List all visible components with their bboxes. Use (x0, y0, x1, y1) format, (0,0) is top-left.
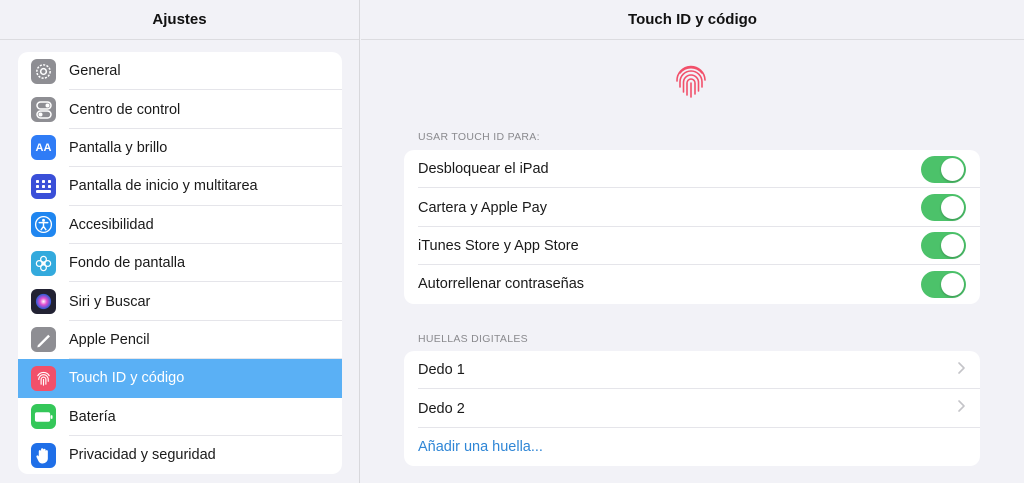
row-label: iTunes Store y App Store (418, 237, 579, 254)
hand-icon (31, 442, 56, 468)
sidebar-item-label: Centro de control (69, 101, 181, 118)
use-touch-id-section-title: USAR TOUCH ID PARA: (418, 131, 540, 143)
sidebar-item-label: Pantalla y brillo (69, 139, 168, 156)
row-label: Dedo 2 (418, 400, 465, 417)
text-size-icon: AA (31, 135, 56, 161)
sidebar-item-privacy[interactable]: Privacidad y seguridad (18, 436, 342, 474)
fingerprints-section-title: HUELLAS DIGITALES (418, 333, 528, 345)
chevron-right-icon (956, 399, 966, 418)
row-label: Cartera y Apple Pay (418, 199, 547, 216)
toggle-knob (941, 196, 964, 220)
use-row-autofill-passwords: Autorrellenar contraseñas (404, 265, 980, 303)
wallet-apple-pay-toggle[interactable] (921, 194, 966, 222)
add-fingerprint-link[interactable]: Añadir una huella... (418, 439, 543, 455)
toggles-icon (31, 97, 56, 123)
use-row-wallet-apple-pay: Cartera y Apple Pay (404, 188, 980, 228)
sidebar-item-label: Batería (69, 408, 116, 425)
sidebar-item-label: General (69, 63, 121, 80)
sidebar-item-touch-id[interactable]: Touch ID y código (18, 359, 342, 398)
sidebar-item-display[interactable]: AA Pantalla y brillo (18, 129, 342, 168)
sidebar-item-home-screen[interactable]: Pantalla de inicio y multitarea (18, 167, 342, 206)
grid-icon (31, 173, 56, 199)
sidebar-item-label: Fondo de pantalla (69, 255, 186, 272)
sidebar-title: Ajustes (0, 0, 359, 40)
pencil-icon (31, 327, 56, 353)
row-label: Desbloquear el iPad (418, 161, 549, 178)
flower-icon (31, 250, 56, 276)
sidebar-item-siri[interactable]: Siri y Buscar (18, 282, 342, 322)
touch-id-detail-pane: Touch ID y código USAR TOUCH ID PARA: De… (361, 0, 1024, 483)
sidebar-item-label: Accesibilidad (69, 216, 154, 233)
toggle-knob (941, 157, 964, 181)
settings-sidebar: Ajustes General Centro de control AA Pan… (0, 0, 360, 483)
fingerprint-row-1[interactable]: Dedo 1 (404, 351, 980, 390)
battery-icon (31, 404, 56, 430)
sidebar-item-wallpaper[interactable]: Fondo de pantalla (18, 244, 342, 283)
fingerprints-group: Dedo 1 Dedo 2 Añadir una huella... (404, 351, 980, 467)
fingerprint-icon (671, 61, 711, 101)
use-row-unlock-ipad: Desbloquear el iPad (404, 150, 980, 189)
siri-icon (31, 289, 56, 315)
sidebar-item-apple-pencil[interactable]: Apple Pencil (18, 321, 342, 360)
sidebar-item-label: Apple Pencil (69, 331, 150, 348)
row-label: Autorrellenar contraseñas (418, 276, 585, 293)
fingerprint-icon (31, 365, 56, 391)
sidebar-item-label: Touch ID y código (69, 370, 185, 387)
use-touch-id-group: Desbloquear el iPad Cartera y Apple Pay … (404, 150, 980, 304)
sidebar-item-label: Pantalla de inicio y multitarea (69, 178, 258, 195)
page-title: Touch ID y código (361, 0, 1024, 40)
sidebar-item-accessibility[interactable]: Accesibilidad (18, 206, 342, 245)
add-fingerprint-row[interactable]: Añadir una huella... (404, 428, 980, 466)
use-row-itunes-app-store: iTunes Store y App Store (404, 227, 980, 266)
toggle-knob (941, 234, 964, 258)
sidebar-item-label: Siri y Buscar (69, 293, 151, 310)
sidebar-item-general[interactable]: General (18, 52, 342, 91)
settings-list: General Centro de control AA Pantalla y … (18, 52, 342, 475)
autofill-passwords-toggle[interactable] (921, 270, 966, 298)
itunes-app-store-toggle[interactable] (921, 232, 966, 260)
chevron-right-icon (956, 361, 966, 380)
sidebar-item-battery[interactable]: Batería (18, 398, 342, 437)
gear-icon (31, 58, 56, 84)
unlock-ipad-toggle[interactable] (921, 155, 966, 183)
fingerprint-row-2[interactable]: Dedo 2 (404, 389, 980, 429)
sidebar-item-label: Privacidad y seguridad (69, 447, 216, 464)
toggle-knob (941, 272, 964, 296)
sidebar-item-control-center[interactable]: Centro de control (18, 90, 342, 130)
row-label: Dedo 1 (418, 362, 465, 379)
accessibility-icon (31, 212, 56, 238)
